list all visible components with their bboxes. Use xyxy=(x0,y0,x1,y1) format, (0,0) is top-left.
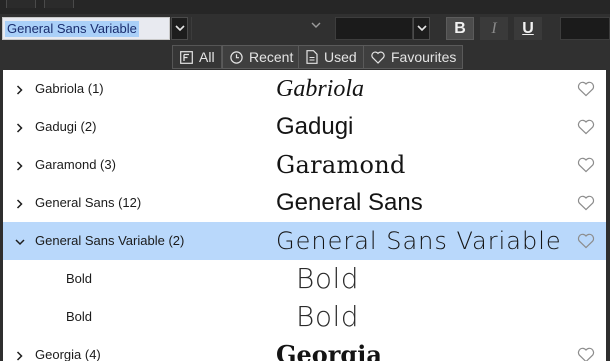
font-preview: General Sans Variable xyxy=(276,227,562,255)
chevron-down-icon[interactable] xyxy=(14,234,26,248)
favourite-heart-icon[interactable] xyxy=(577,81,595,97)
font-preview: Garamond xyxy=(276,151,406,179)
font-name: Georgia (4) xyxy=(35,347,101,361)
font-preview: Bold xyxy=(296,262,360,295)
favourite-heart-icon[interactable] xyxy=(577,119,595,135)
font-filter-tabs: All Recent Used Favourites xyxy=(0,44,610,70)
font-row-general-sans-variable[interactable]: General Sans Variable (2) General Sans V… xyxy=(3,222,606,260)
font-name: Gabriola (1) xyxy=(35,81,104,96)
filter-tab-recent[interactable]: Recent xyxy=(222,45,301,69)
font-preview: Bold xyxy=(296,300,360,333)
font-size-dropdown-button[interactable] xyxy=(413,17,430,40)
filter-tab-label: All xyxy=(199,49,215,65)
chevron-right-icon[interactable] xyxy=(14,196,26,210)
top-strip xyxy=(0,0,610,14)
filter-tab-label: Favourites xyxy=(391,49,457,65)
font-box-icon xyxy=(180,50,193,64)
font-style-row[interactable]: Bold Bold xyxy=(3,260,606,298)
text-color-field[interactable] xyxy=(560,17,610,40)
font-row-garamond[interactable]: Garamond (3) Garamond xyxy=(3,146,606,184)
font-style-row[interactable]: Bold Bold xyxy=(3,298,606,336)
font-name: General Sans Variable (2) xyxy=(35,233,185,248)
font-preview: General Sans xyxy=(276,189,423,216)
font-row-georgia[interactable]: Georgia (4) Georgia xyxy=(3,336,606,361)
heart-icon xyxy=(371,50,385,64)
filter-tab-all[interactable]: All xyxy=(172,45,222,69)
chevron-right-icon[interactable] xyxy=(14,348,26,361)
font-preview: Gabriola xyxy=(276,76,365,102)
chevron-right-icon[interactable] xyxy=(14,158,26,172)
font-style-name: Bold xyxy=(66,271,93,286)
font-style-combo[interactable] xyxy=(191,17,327,40)
chevron-right-icon[interactable] xyxy=(14,120,26,134)
chevron-right-icon[interactable] xyxy=(14,82,26,96)
favourite-heart-icon[interactable] xyxy=(577,195,595,211)
font-name: Garamond (3) xyxy=(35,157,116,172)
favourite-heart-icon[interactable] xyxy=(577,157,595,173)
underline-button[interactable]: U xyxy=(514,17,542,40)
filter-tab-label: Used xyxy=(324,49,357,65)
filter-tab-used[interactable]: Used xyxy=(298,45,364,69)
favourite-heart-icon[interactable] xyxy=(577,233,595,249)
document-icon xyxy=(306,50,318,64)
font-list: Gabriola (1) Gabriola Gadugi (2) Gadugi … xyxy=(3,70,606,361)
tab-stub[interactable] xyxy=(6,0,36,8)
font-family-input[interactable]: General Sans Variable xyxy=(2,17,170,40)
character-toolbar: General Sans Variable B I U xyxy=(0,14,610,44)
font-preview: Gadugi xyxy=(276,113,354,140)
italic-button[interactable]: I xyxy=(480,17,508,40)
filter-tab-label: Recent xyxy=(249,49,294,65)
favourite-heart-icon[interactable] xyxy=(577,347,595,361)
font-row-gabriola[interactable]: Gabriola (1) Gabriola xyxy=(3,70,606,108)
font-name: General Sans (12) xyxy=(35,195,142,210)
chevron-down-icon xyxy=(311,22,321,29)
font-name: Gadugi (2) xyxy=(35,119,97,134)
font-row-general-sans[interactable]: General Sans (12) General Sans xyxy=(3,184,606,222)
font-style-name: Bold xyxy=(66,309,93,324)
clock-icon xyxy=(230,50,243,64)
font-size-input[interactable] xyxy=(335,17,413,40)
filter-tab-favourites[interactable]: Favourites xyxy=(363,45,464,69)
bold-button[interactable]: B xyxy=(446,17,474,40)
chevron-down-icon xyxy=(174,25,185,32)
font-preview: Georgia xyxy=(276,340,382,361)
font-row-gadugi[interactable]: Gadugi (2) Gadugi xyxy=(3,108,606,146)
chevron-down-icon xyxy=(416,25,427,32)
tab-stub[interactable] xyxy=(44,0,74,8)
font-family-value[interactable]: General Sans Variable xyxy=(5,21,139,37)
font-family-dropdown-button[interactable] xyxy=(171,17,188,40)
